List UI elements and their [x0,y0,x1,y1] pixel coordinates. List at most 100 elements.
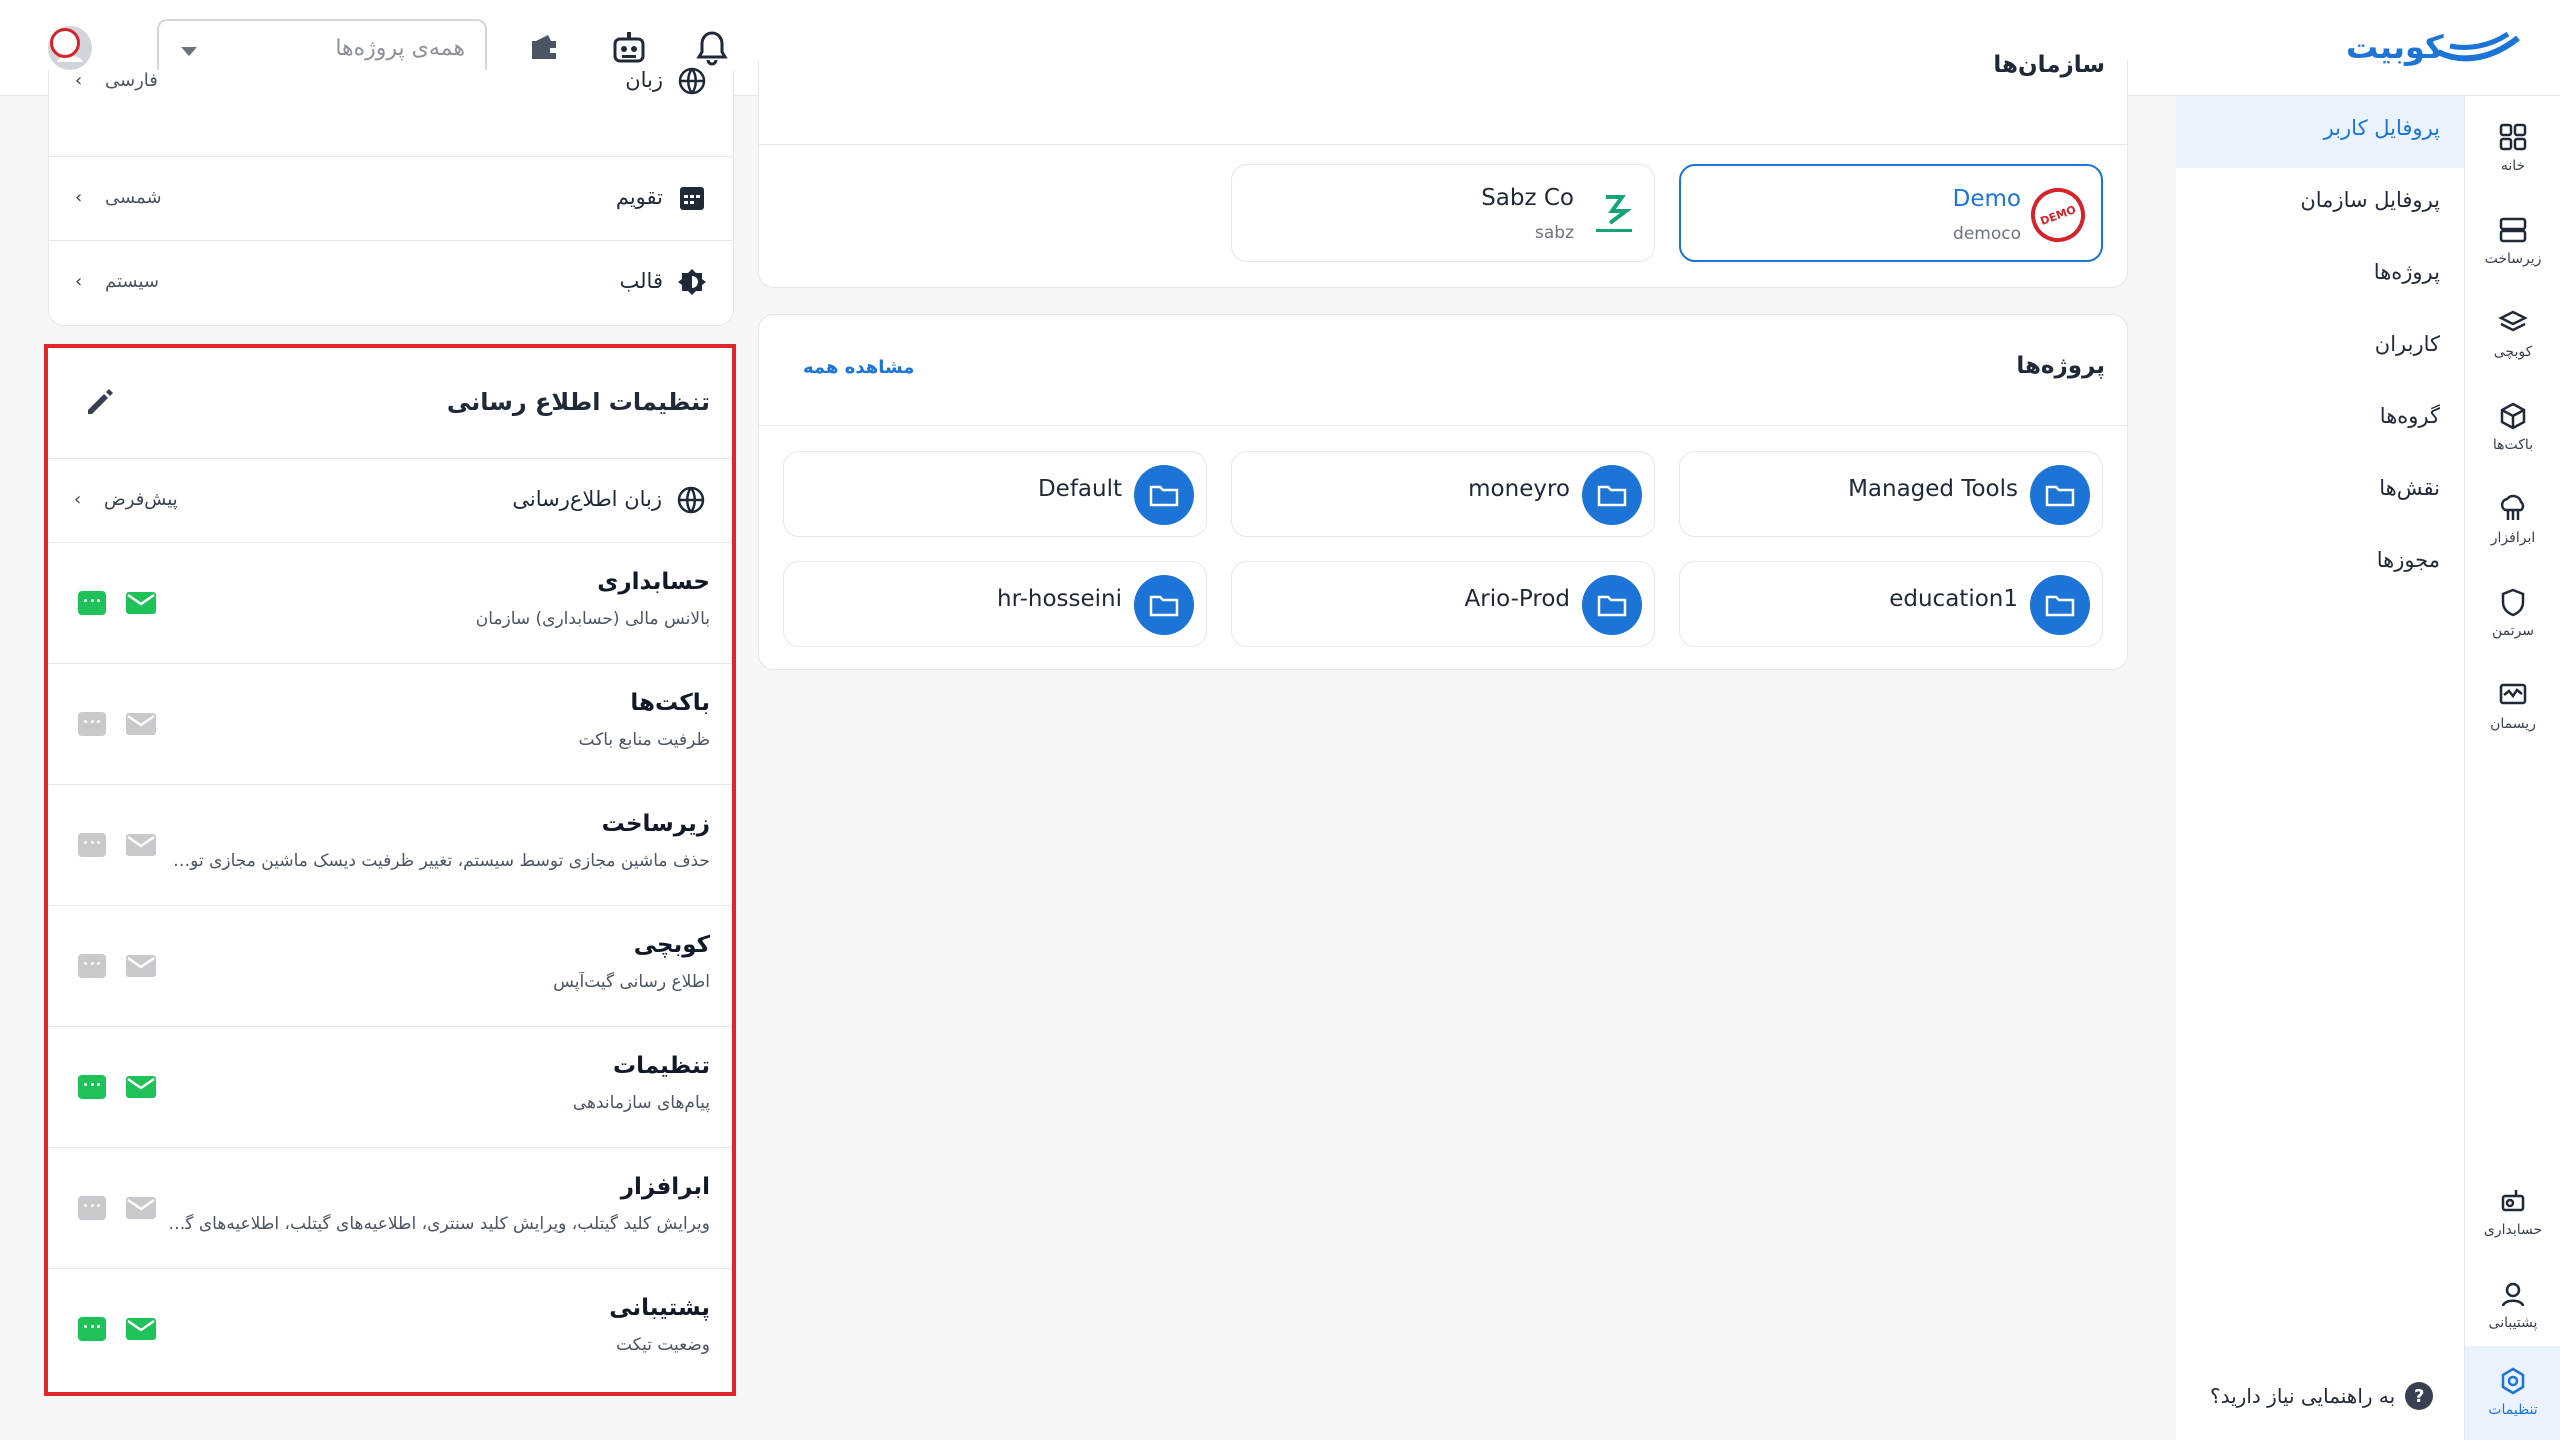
help-link[interactable]: ? به راهنمایی نیاز دارید؟ [2210,1382,2434,1410]
rail-item-kubchi[interactable]: کوبچی [2465,298,2560,388]
email-toggle-icon[interactable] [126,713,156,735]
project-tile[interactable]: moneyro [1231,451,1655,537]
rail-label: زیرساخت [2484,251,2542,267]
org-card-demo[interactable]: DEMO Demo democo [1679,164,2103,262]
rail-label: ریسمان [2490,716,2536,732]
rail-item-home[interactable]: خانه [2465,112,2560,202]
rail-item-sartaman[interactable]: سرتمن [2465,577,2560,667]
globe-icon [678,67,706,95]
project-tile[interactable]: Default [783,451,1207,537]
project-name: education1 [1889,586,2018,612]
brand-logo[interactable]: کوبیت [2340,24,2520,72]
notification-description: بالانس مالی (حسابداری) سازمان [475,609,710,629]
chevron-left-icon: ‹ [75,70,83,91]
pref-label: زبان [625,68,663,92]
edit-pencil-icon[interactable] [84,386,116,418]
view-all-link[interactable]: مشاهده همه [803,357,914,378]
notification-category: پشتیبانی [609,1295,710,1321]
sms-toggle-icon[interactable] [78,1196,106,1220]
chevron-left-icon: ‹ [75,187,83,208]
notification-description: حذف ماشین مجازی توسط سیستم، تغییر ظرفیت … [164,851,710,871]
rail-item-accounting[interactable]: حسابداری [2465,1176,2560,1266]
brand-name: کوبیت [2346,28,2444,66]
notification-description: اطلاع رسانی گیت‌آپس [553,972,710,992]
pref-label: قالب [619,269,663,293]
email-toggle-icon[interactable] [126,592,156,614]
accounting-icon [2501,1190,2525,1212]
organizations-card: سازمان‌ها DEMO Demo democo Sabz Co sabz [758,52,2128,288]
rail-label: خانه [2500,158,2526,174]
project-tile[interactable]: hr-hosseini [783,561,1207,647]
projects-title: پروژه‌ها [2016,353,2105,379]
submenu-item-roles[interactable]: نقش‌ها [2379,476,2440,500]
divider [759,425,2127,426]
folder-icon [2030,465,2090,525]
projects-card: پروژه‌ها مشاهده همه Managed Tools moneyr… [758,314,2128,670]
project-tile[interactable]: Ario-Prod [1231,561,1655,647]
notification-language-row[interactable]: زبان اطلاع‌رسانی پیش‌فرض ‹ [48,458,732,542]
submenu-item-org-profile[interactable]: پروفایل سازمان [2300,188,2440,212]
rail-item-infra[interactable]: زیرساخت [2465,205,2560,295]
submenu-item-projects[interactable]: پروژه‌ها [2374,260,2440,284]
rail-item-settings[interactable]: تنظیمات [2465,1346,2560,1440]
settings-submenu: پروفایل کاربر پروفایل سازمان پروژه‌ها کا… [2176,96,2464,1440]
notification-category: باکت‌ها [630,690,710,716]
folder-icon [1134,575,1194,635]
cloud-app-icon [2500,494,2525,520]
notification-description: پیام‌های سازماندهی [572,1093,710,1113]
email-toggle-icon[interactable] [126,834,156,856]
rail-item-risman[interactable]: ریسمان [2465,670,2560,760]
notification-description: ویرایش کلید گیتلب، ویرایش کلید سنتری، اط… [164,1214,710,1234]
organizations-title: سازمان‌ها [1993,52,2105,78]
sms-toggle-icon[interactable] [78,712,106,736]
submenu-item-users[interactable]: کاربران [2375,332,2440,356]
pref-row-calendar[interactable]: تقویم شمسی ‹ [49,156,733,240]
email-toggle-icon[interactable] [126,955,156,977]
help-text: به راهنمایی نیاز دارید؟ [2210,1384,2396,1408]
rail-label: سرتمن [2491,623,2535,639]
server-icon [2499,217,2527,243]
email-toggle-icon[interactable] [126,1076,156,1098]
project-tile[interactable]: Managed Tools [1679,451,2103,537]
notification-category: حسابداری [597,569,710,595]
question-icon: ? [2405,1382,2434,1410]
pref-row-theme[interactable]: قالب سیستم ‹ [49,240,733,324]
rail-label: باکت‌ها [2492,437,2534,453]
notification-row: زیرساخت حذف ماشین مجازی توسط سیستم، تغییر… [48,784,732,905]
rail-item-buckets[interactable]: باکت‌ها [2465,391,2560,481]
notification-row: ابرافزار ویرایش کلید گیتلب، ویرایش کلید س… [48,1147,732,1268]
project-name: hr-hosseini [997,586,1122,612]
notification-category: ابرافزار [620,1174,710,1200]
notification-description: وضعیت تیکت [615,1335,710,1355]
chevron-left-icon: ‹ [74,489,82,510]
notification-row: حسابداری بالانس مالی (حسابداری) سازمان [48,542,732,663]
theme-icon [678,269,706,295]
email-toggle-icon[interactable] [126,1318,156,1340]
notification-row: کوبچی اطلاع رسانی گیت‌آپس [48,905,732,1026]
email-toggle-icon[interactable] [126,1197,156,1219]
pref-row-language[interactable]: زبان فارسی ‹ [49,40,733,124]
sms-toggle-icon[interactable] [78,954,106,978]
submenu-item-permissions[interactable]: مجوزها [2377,548,2440,572]
sms-toggle-icon[interactable] [78,1317,106,1341]
support-icon [2501,1282,2525,1307]
rail-item-abrafzar[interactable]: ابرافزار [2465,484,2560,574]
org-card-sabz[interactable]: Sabz Co sabz [1231,164,1655,262]
sms-toggle-icon[interactable] [78,833,106,857]
sms-toggle-icon[interactable] [78,1075,106,1099]
calendar-icon [680,187,704,210]
monitor-icon [2499,683,2527,705]
submenu-item-groups[interactable]: گروه‌ها [2380,404,2440,428]
notification-language-value: پیش‌فرض [104,489,178,510]
folder-icon [1582,575,1642,635]
notification-category: زیرساخت [601,811,710,837]
rail-label: ابرافزار [2490,530,2536,546]
folder-icon [1582,465,1642,525]
notification-category: تنظیمات [613,1053,710,1079]
settings-icon [2501,1367,2525,1395]
sabz-logo-icon [1590,189,1638,239]
submenu-item-user-profile[interactable]: پروفایل کاربر [2324,116,2440,140]
divider [759,144,2127,145]
project-tile[interactable]: education1 [1679,561,2103,647]
sms-toggle-icon[interactable] [78,591,106,615]
